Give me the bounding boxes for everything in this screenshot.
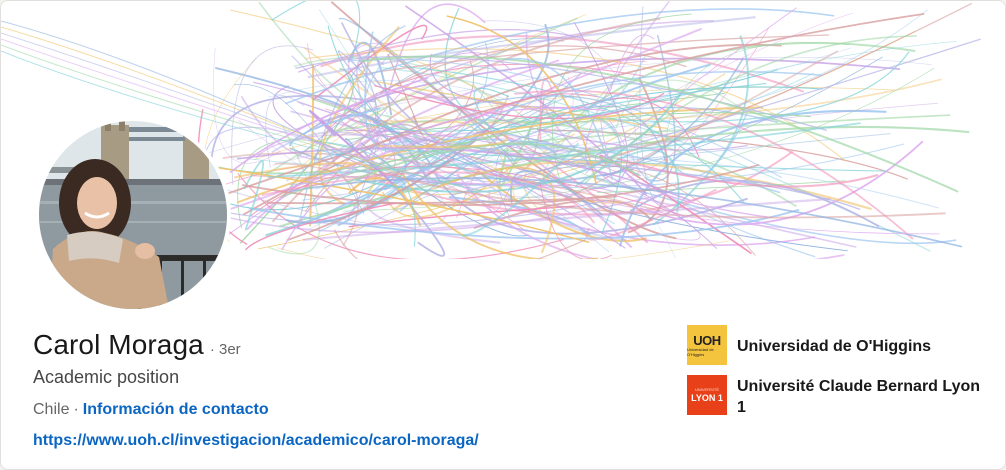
connection-degree: · 3er — [209, 341, 241, 358]
location-separator: · — [73, 401, 79, 418]
profile-headline: Academic position — [33, 367, 180, 387]
avatar-photo — [39, 121, 227, 309]
education-list: UOH Universidad de O'Higgins Universidad… — [687, 325, 987, 428]
profile-avatar[interactable] — [35, 117, 231, 313]
education-name: Université Claude Bernard Lyon 1 — [737, 378, 981, 416]
contact-info-link[interactable]: Información de contacto — [83, 401, 269, 419]
name-row: Carol Moraga · 3er — [33, 329, 241, 361]
profile-name: Carol Moraga — [33, 329, 204, 360]
uoh-logo-icon: UOH Universidad de O'Higgins — [687, 325, 727, 365]
education-item-lyon[interactable]: UNIVERSITÉ LYON 1 Université Claude Bern… — [687, 375, 987, 418]
lyon-logo-icon: UNIVERSITÉ LYON 1 — [687, 375, 727, 415]
education-item-uoh[interactable]: UOH Universidad de O'Higgins Universidad… — [687, 325, 987, 365]
website-link[interactable]: https://www.uoh.cl/investigacion/academi… — [33, 432, 479, 450]
profile-card: Carol Moraga · 3er Academic position Chi… — [0, 0, 1006, 470]
location-row: Chile · Información de contacto — [33, 401, 269, 419]
education-name: Universidad de O'Higgins — [737, 338, 932, 355]
profile-location: Chile — [33, 401, 70, 418]
